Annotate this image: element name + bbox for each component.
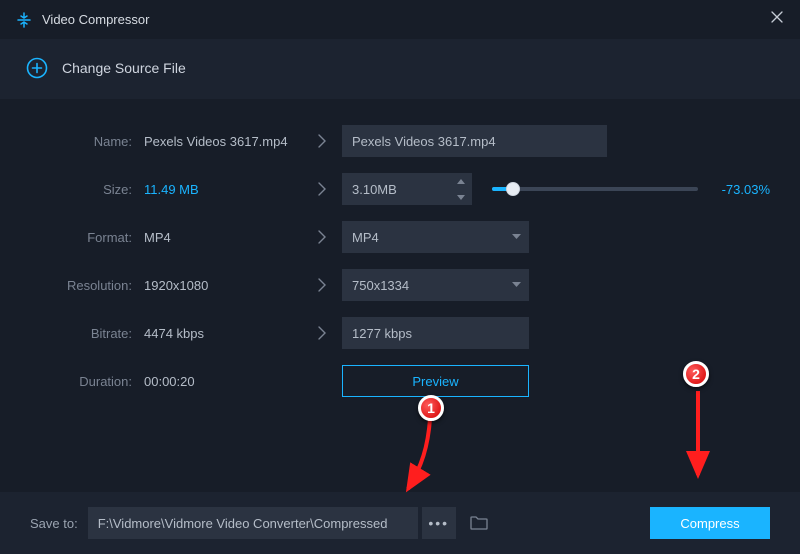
caret-down-icon [512,221,521,253]
duration-row: Duration: 00:00:20 Preview [30,363,770,399]
title-bar: Video Compressor [0,0,800,39]
size-slider[interactable] [492,187,698,191]
slider-thumb[interactable] [506,182,520,196]
size-target: 3.10MB [352,182,397,197]
resolution-target: 750x1334 [352,278,409,293]
bitrate-label: Bitrate: [30,326,132,341]
name-row: Name: Pexels Videos 3617.mp4 Pexels Vide… [30,123,770,159]
bitrate-row: Bitrate: 4474 kbps 1277 kbps [30,315,770,351]
app-window: Video Compressor Change Source File Name… [0,0,800,554]
bitrate-target: 1277 kbps [352,326,412,341]
resolution-original: 1920x1080 [132,278,302,293]
compress-settings: Name: Pexels Videos 3617.mp4 Pexels Vide… [0,99,800,492]
name-target: Pexels Videos 3617.mp4 [352,134,496,149]
size-row: Size: 11.49 MB 3.10MB [30,171,770,207]
close-button[interactable] [770,10,784,29]
chevron-right-icon [302,326,342,340]
annotation-marker-1: 1 [418,395,444,421]
chevron-right-icon [302,182,342,196]
duration-value: 00:00:20 [132,374,302,389]
format-original: MP4 [132,230,302,245]
bitrate-target-box: 1277 kbps [342,317,529,349]
browse-path-button[interactable]: ••• [422,507,456,539]
size-original: 11.49 MB [132,182,302,197]
save-to-label: Save to: [30,516,78,531]
add-icon [26,57,48,79]
annotation-marker-2: 2 [683,361,709,387]
format-select[interactable]: MP4 [342,221,529,253]
chevron-right-icon [302,278,342,292]
change-source-row[interactable]: Change Source File [0,39,800,99]
resolution-label: Resolution: [30,278,132,293]
window-title: Video Compressor [42,12,149,27]
resolution-row: Resolution: 1920x1080 750x1334 [30,267,770,303]
duration-label: Duration: [30,374,132,389]
size-percent: -73.03% [712,182,770,197]
save-path-box[interactable]: F:\Vidmore\Vidmore Video Converter\Compr… [88,507,418,539]
caret-down-icon [512,269,521,301]
compress-button[interactable]: Compress [650,507,770,539]
format-row: Format: MP4 MP4 [30,219,770,255]
footer-bar: Save to: F:\Vidmore\Vidmore Video Conver… [0,492,800,554]
format-label: Format: [30,230,132,245]
preview-button[interactable]: Preview [342,365,529,397]
open-folder-button[interactable] [464,507,494,539]
name-original: Pexels Videos 3617.mp4 [132,134,302,149]
annotation-arrow-2 [688,387,708,487]
annotation-arrow-1 [400,411,470,501]
chevron-right-icon [302,134,342,148]
save-path: F:\Vidmore\Vidmore Video Converter\Compr… [98,516,388,531]
name-label: Name: [30,134,132,149]
change-source-label: Change Source File [62,60,186,76]
size-target-stepper[interactable]: 3.10MB [342,173,472,205]
chevron-right-icon [302,230,342,244]
format-target: MP4 [352,230,379,245]
bitrate-original: 4474 kbps [132,326,302,341]
size-step-down[interactable] [450,189,472,205]
size-label: Size: [30,182,132,197]
size-step-up[interactable] [450,173,472,189]
compress-icon [16,12,32,28]
resolution-select[interactable]: 750x1334 [342,269,529,301]
name-input[interactable]: Pexels Videos 3617.mp4 [342,125,607,157]
